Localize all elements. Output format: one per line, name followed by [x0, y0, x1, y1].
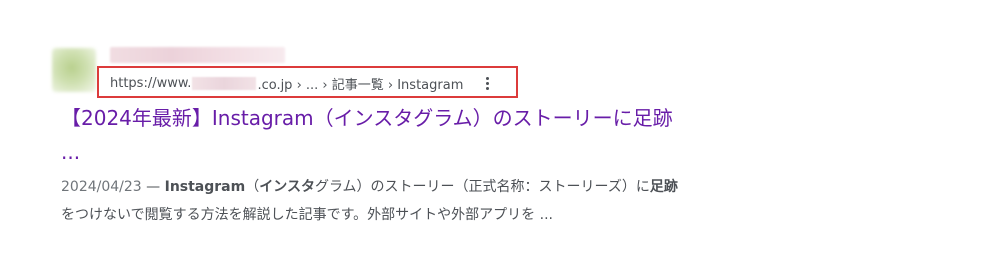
url-prefix: https://www. [110, 75, 192, 91]
result-url[interactable]: https://www. .co.jp › ... › 記事一覧 › Insta… [110, 74, 464, 93]
site-favicon-icon[interactable] [52, 48, 96, 92]
url-suffix: .co.jp › ... › 記事一覧 › Instagram [257, 77, 464, 93]
snippet-separator: — [141, 179, 165, 195]
search-result-page: https://www. .co.jp › ... › 記事一覧 › Insta… [0, 0, 984, 261]
snippet-text-line2: をつけないで閲覧する方法を解説した記事です。外部サイトや外部アプリを ... [61, 207, 553, 223]
url-domain-redacted [192, 76, 257, 90]
snippet-bold-insta: インスタ [259, 179, 315, 195]
snippet-text: グラム）のストーリー（正式名称：ストーリーズ）に [314, 179, 650, 195]
result-title-line1: 【2024年最新】Instagram（インスタグラム）のストーリーに足跡 [61, 106, 673, 130]
snippet-date: 2024/04/23 [61, 179, 142, 195]
more-vert-icon[interactable] [480, 74, 494, 92]
menu-dot [485, 86, 489, 90]
snippet-bold-instagram: Instagram [164, 179, 246, 195]
menu-dot [485, 76, 489, 80]
menu-dot [485, 81, 489, 85]
result-snippet: 2024/04/23 — Instagram（インスタグラム）のストーリー（正式… [61, 173, 821, 229]
result-title-link[interactable]: 【2024年最新】Instagram（インスタグラム）のストーリーに足跡 ... [61, 101, 821, 169]
snippet-text: （ [245, 179, 260, 195]
site-name-redacted[interactable] [110, 47, 285, 63]
result-title-line2: ... [61, 140, 81, 164]
snippet-bold-ashiato: 足跡 [649, 179, 678, 195]
